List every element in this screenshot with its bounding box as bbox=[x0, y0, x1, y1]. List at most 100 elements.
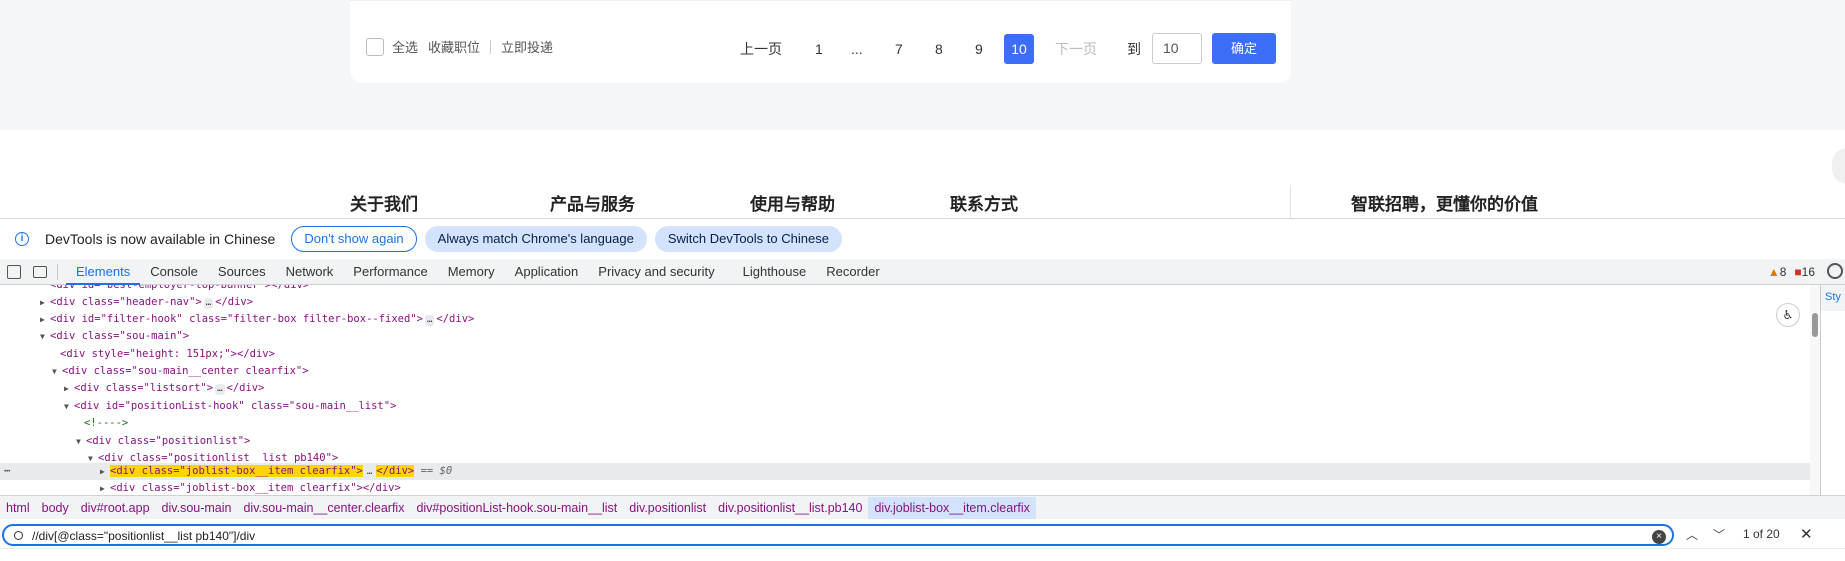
dom-node[interactable]: ▶ <div class="listsort">… </div> bbox=[64, 380, 264, 397]
divider bbox=[1290, 185, 1291, 218]
divider bbox=[490, 39, 492, 54]
goto-page-input[interactable]: 10 bbox=[1152, 33, 1202, 64]
console-ref: == $0 bbox=[420, 465, 453, 477]
footer-help[interactable]: 使用与帮助 bbox=[750, 190, 835, 215]
breadcrumb-item[interactable]: html bbox=[0, 497, 36, 519]
info-icon: i bbox=[15, 232, 29, 246]
chevron-up-icon[interactable]: ︿ bbox=[1686, 526, 1698, 543]
collapse-arrow-icon[interactable]: ▼ bbox=[40, 328, 50, 345]
dom-node[interactable]: ▼ <div id="positionList-hook" class="sou-… bbox=[64, 398, 396, 415]
message-count: ■16 bbox=[1794, 265, 1815, 279]
tab-console[interactable]: Console bbox=[140, 259, 208, 285]
tab-recorder[interactable]: Recorder bbox=[816, 259, 889, 285]
ellipsis-icon[interactable]: … bbox=[203, 298, 214, 309]
close-icon[interactable]: ✕ bbox=[1800, 525, 1813, 543]
elements-tree[interactable]: <div id="best-employer-top-banner"></div… bbox=[0, 285, 1810, 495]
breadcrumb-item[interactable]: body bbox=[36, 497, 75, 519]
apply-now-button[interactable]: 立即投递 bbox=[501, 37, 553, 56]
tab-application[interactable]: Application bbox=[505, 259, 589, 285]
gear-icon[interactable] bbox=[1827, 263, 1843, 279]
dom-node[interactable]: ▼ <div class="sou-main"> bbox=[40, 328, 189, 345]
switch-chinese-button[interactable]: Switch DevTools to Chinese bbox=[654, 226, 842, 252]
dont-show-again-button[interactable]: Don't show again bbox=[291, 226, 417, 252]
inspect-element-icon[interactable] bbox=[7, 264, 21, 279]
dom-node[interactable]: ▼ <div class="sou-main__center clearfix"> bbox=[52, 363, 309, 380]
dom-node[interactable]: ▼ <div class="positionlist"> bbox=[76, 433, 250, 450]
ellipsis-icon[interactable]: … bbox=[364, 467, 375, 478]
collapse-arrow-icon[interactable]: ▼ bbox=[52, 363, 62, 380]
search-query[interactable]: //div[@class="positionlist__list pb140"]… bbox=[32, 529, 255, 543]
ellipsis-icon[interactable]: … bbox=[424, 315, 435, 326]
next-page-button[interactable]: 下一页 bbox=[1055, 34, 1097, 64]
page-background: 全选 收藏职位 立即投递 上一页 1 ... 7 8 9 10 下一页 到 10… bbox=[0, 0, 1845, 130]
device-toolbar-icon[interactable] bbox=[33, 265, 47, 278]
footer-products[interactable]: 产品与服务 bbox=[550, 190, 635, 215]
page-7[interactable]: 7 bbox=[895, 34, 903, 64]
search-input[interactable]: //div[@class="positionlist__list pb140"]… bbox=[2, 524, 1674, 546]
dom-breadcrumb: html body div#root.app div.sou-main div.… bbox=[0, 495, 1845, 519]
warning-count: ▲8 bbox=[1767, 265, 1787, 279]
clear-icon[interactable]: × bbox=[1652, 530, 1666, 544]
page-9[interactable]: 9 bbox=[975, 34, 983, 64]
page-current[interactable]: 10 bbox=[1004, 34, 1034, 64]
select-all-label[interactable]: 全选 bbox=[392, 37, 418, 56]
footer-slogan: 智联招聘，更懂你的价值 bbox=[1351, 195, 1538, 214]
dom-search-bar: //div[@class="positionlist__list pb140"]… bbox=[0, 522, 1845, 548]
tab-memory[interactable]: Memory bbox=[438, 259, 505, 285]
page-1[interactable]: 1 bbox=[815, 34, 823, 64]
prev-page-button[interactable]: 上一页 bbox=[740, 34, 782, 64]
vertical-scrollbar[interactable] bbox=[1810, 285, 1820, 495]
ellipsis-icon[interactable]: … bbox=[215, 384, 225, 395]
breadcrumb-item[interactable]: div#root.app bbox=[75, 497, 156, 519]
dom-comment[interactable]: <!----> bbox=[84, 415, 128, 432]
collapse-arrow-icon[interactable]: ▼ bbox=[76, 433, 86, 450]
match-language-button[interactable]: Always match Chrome's language bbox=[424, 226, 647, 252]
breadcrumb-item[interactable]: div#positionList-hook.sou-main__list bbox=[410, 497, 623, 519]
breadcrumb-item[interactable]: div.sou-main__center.clearfix bbox=[237, 497, 410, 519]
page-8[interactable]: 8 bbox=[935, 34, 943, 64]
breadcrumb-item[interactable]: div.positionlist__list.pb140 bbox=[712, 497, 868, 519]
drawer-edge bbox=[0, 548, 1845, 561]
collapse-arrow-icon[interactable]: ▼ bbox=[64, 398, 74, 415]
pagination-card: 全选 收藏职位 立即投递 上一页 1 ... 7 8 9 10 下一页 到 bbox=[350, 0, 1291, 83]
warning-icon: ▲ bbox=[1767, 265, 1780, 279]
chevron-down-icon[interactable]: ﹀ bbox=[1713, 526, 1725, 543]
expand-arrow-icon[interactable]: ▶ bbox=[40, 311, 50, 328]
dom-node[interactable]: ▶ <div id="filter-hook" class="filter-box… bbox=[40, 311, 474, 328]
expand-arrow-icon[interactable]: ▶ bbox=[100, 480, 110, 495]
devtools-tabbar: Elements Console Sources Network Perform… bbox=[0, 259, 1845, 285]
footer-about[interactable]: 关于我们 bbox=[350, 190, 418, 215]
dom-node[interactable]: <div style="height: 151px;"></div> bbox=[60, 346, 275, 363]
dom-node[interactable]: ▶ <div class="joblist-box__item clearfix"… bbox=[100, 480, 401, 495]
message-icon: ■ bbox=[1794, 265, 1802, 279]
scrollbar-thumb[interactable] bbox=[1812, 313, 1818, 337]
issues-counter[interactable]: ▲8 ■16 bbox=[1768, 265, 1815, 279]
footer-contact[interactable]: 联系方式 bbox=[950, 190, 1018, 215]
dom-node[interactable]: <div id="best-employer-top-banner"></div… bbox=[50, 285, 309, 294]
breadcrumb-item[interactable]: div.sou-main bbox=[156, 497, 238, 519]
tab-privacy[interactable]: Privacy and security bbox=[588, 259, 724, 285]
selected-dom-node[interactable]: ▶ <div class="joblist-box__item clearfix"… bbox=[100, 463, 452, 480]
dom-node[interactable]: ▶ <div class="header-nav">… </div> bbox=[40, 294, 253, 311]
tab-elements[interactable]: Elements bbox=[66, 259, 141, 285]
row-menu-icon[interactable]: ⋯ bbox=[4, 463, 10, 480]
accessibility-icon[interactable]: ♿ bbox=[1776, 303, 1800, 327]
breadcrumb-item[interactable]: div.positionlist bbox=[623, 497, 712, 519]
expand-arrow-icon[interactable]: ▶ bbox=[100, 463, 110, 480]
confirm-button[interactable]: 确定 bbox=[1212, 33, 1276, 64]
tab-lighthouse[interactable]: Lighthouse bbox=[733, 259, 817, 285]
tab-styles[interactable]: Sty bbox=[1820, 285, 1845, 311]
infobar-message: DevTools is now available in Chinese bbox=[45, 231, 276, 247]
expand-arrow-icon[interactable]: ▶ bbox=[40, 294, 50, 311]
favorite-jobs-button[interactable]: 收藏职位 bbox=[428, 37, 480, 56]
tab-sources[interactable]: Sources bbox=[208, 259, 276, 285]
site-footer: 关于我们 产品与服务 使用与帮助 联系方式 智联招聘，更懂你的价值 bbox=[0, 130, 1845, 218]
page-ellipsis[interactable]: ... bbox=[851, 34, 863, 64]
select-all-checkbox[interactable] bbox=[366, 37, 384, 56]
expand-arrow-icon[interactable]: ▶ bbox=[64, 380, 74, 397]
tab-performance[interactable]: Performance bbox=[343, 259, 437, 285]
divider bbox=[57, 263, 58, 280]
match-count: 1 of 20 bbox=[1743, 527, 1780, 541]
tab-network[interactable]: Network bbox=[276, 259, 344, 285]
breadcrumb-item-selected[interactable]: div.joblist-box__item.clearfix bbox=[868, 496, 1036, 519]
